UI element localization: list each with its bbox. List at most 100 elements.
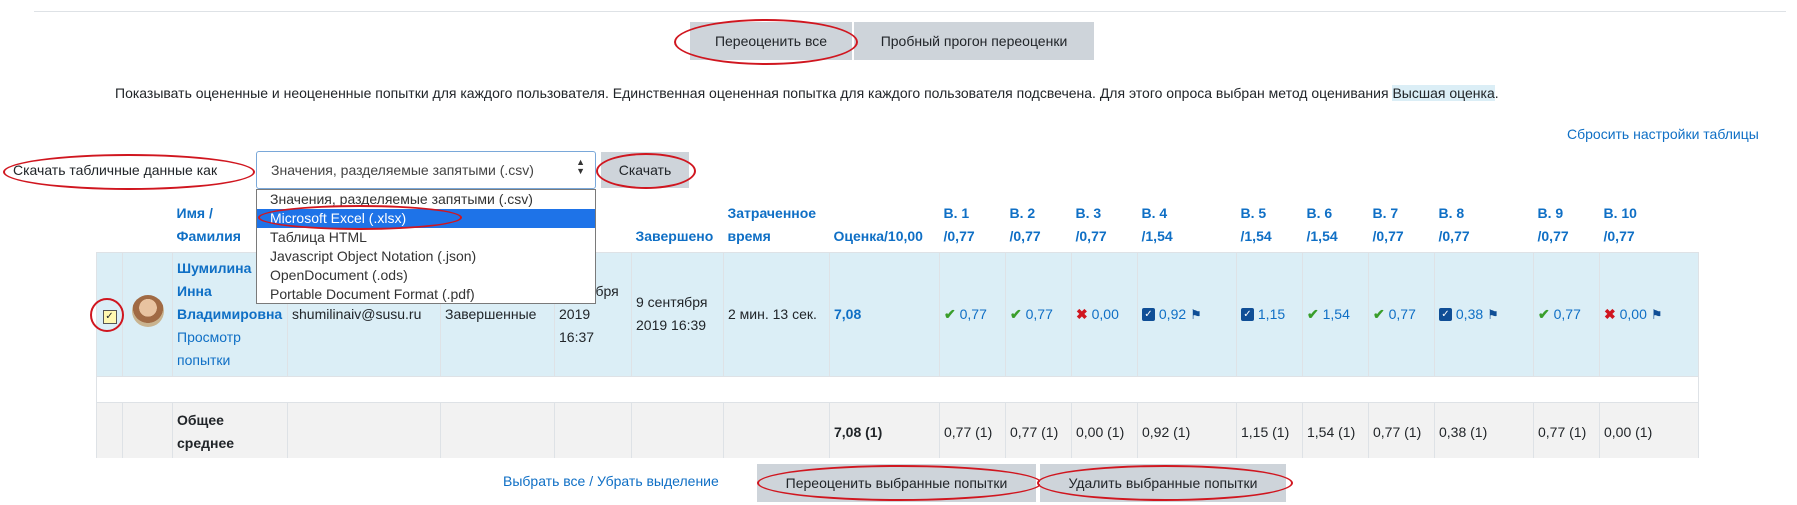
q-max[interactable]: /0,77 [944, 228, 975, 244]
delete-selected-button[interactable]: Удалить выбранные попытки [1040, 464, 1286, 502]
col-q3-header[interactable]: В. 3/0,77 [1072, 196, 1138, 252]
q-label[interactable]: В. 6 [1307, 205, 1333, 221]
q-max[interactable]: /0,77 [1373, 228, 1404, 244]
select-all-link[interactable]: Выбрать все [503, 473, 585, 489]
q-label[interactable]: В. 4 [1142, 205, 1168, 221]
time-cell: 2 мин. 13 сек. [723, 251, 830, 377]
q-max[interactable]: /0,77 [1604, 228, 1635, 244]
score-link[interactable]: 0,38 [1456, 306, 1483, 322]
col-q10-header[interactable]: В. 10/0,77 [1600, 196, 1699, 252]
user-name-1[interactable]: Шумилина [177, 260, 251, 276]
q-label[interactable]: В. 9 [1538, 205, 1564, 221]
score-cell: ✖ 0,00 ⚑ [1599, 251, 1699, 377]
col-select [97, 196, 123, 252]
q-label[interactable]: В. 10 [1604, 205, 1637, 221]
dry-run-regrade-button[interactable]: Пробный прогон переоценки [854, 22, 1094, 60]
q-max[interactable]: /1,54 [1142, 228, 1173, 244]
average-score-cell: 0,00 (1) [1071, 401, 1138, 463]
score-cell: ✓ 0,92 ⚑ [1137, 251, 1237, 377]
col-q5-header[interactable]: В. 5/1,54 [1237, 196, 1303, 252]
col-q9-header[interactable]: В. 9/0,77 [1534, 196, 1600, 252]
score-link[interactable]: 0,00 [1620, 306, 1647, 322]
select-value: Значения, разделяемые запятыми (.csv) [271, 162, 534, 178]
select-arrows-icon: ▲ ▼ [576, 157, 585, 176]
flag-icon: ⚑ [1190, 306, 1202, 322]
col-time-header[interactable]: Затраченное время [724, 196, 830, 252]
score-link[interactable]: 1,54 [1323, 306, 1350, 322]
col-q8-header[interactable]: В. 8/0,77 [1435, 196, 1534, 252]
regrade-selected-button[interactable]: Переоценить выбранные попытки [757, 464, 1036, 502]
header-completed[interactable]: Завершено [636, 228, 714, 244]
score-link[interactable]: 0,77 [960, 306, 987, 322]
col-q7-header[interactable]: В. 7/0,77 [1369, 196, 1435, 252]
q-max[interactable]: /0,77 [1439, 228, 1470, 244]
q-max[interactable]: /0,77 [1076, 228, 1107, 244]
score-cell: ✔ 0,77 [939, 251, 1006, 377]
q-label[interactable]: В. 8 [1439, 205, 1465, 221]
spacer-row [96, 375, 1699, 403]
score-link[interactable]: 0,77 [1026, 306, 1053, 322]
correct-icon: ✔ [1538, 305, 1550, 322]
average-score-cell: 0,38 (1) [1434, 401, 1534, 463]
header-time-2[interactable]: время [728, 228, 771, 244]
score-link[interactable]: 0,00 [1092, 306, 1119, 322]
score-link[interactable]: 0,92 [1159, 306, 1186, 322]
incorrect-icon: ✖ [1604, 305, 1616, 322]
option-csv[interactable]: Значения, разделяемые запятыми (.csv) [257, 190, 595, 209]
header-grade[interactable]: Оценка/10,00 [834, 228, 923, 244]
header-name[interactable]: Имя / [177, 205, 213, 221]
option-xlsx[interactable]: Microsoft Excel (.xlsx) [257, 209, 595, 228]
score-cell: ✔ 0,77 [1368, 251, 1435, 377]
option-pdf[interactable]: Portable Document Format (.pdf) [257, 285, 595, 304]
score-link[interactable]: 0,77 [1389, 306, 1416, 322]
avatar[interactable] [131, 294, 164, 327]
q-label[interactable]: В. 5 [1241, 205, 1267, 221]
q-label[interactable]: В. 7 [1373, 205, 1399, 221]
col-completed-header[interactable]: Завершено [632, 196, 724, 252]
download-format-options[interactable]: Значения, разделяемые запятыми (.csv) Mi… [256, 189, 596, 304]
q-label[interactable]: В. 3 [1076, 205, 1102, 221]
download-format-select[interactable]: Значения, разделяемые запятыми (.csv) ▲ ▼ [256, 151, 596, 189]
partially-correct-icon: ✓ [1241, 308, 1254, 322]
q-max[interactable]: /1,54 [1241, 228, 1272, 244]
average-score-cell: 1,54 (1) [1302, 401, 1369, 463]
average-label-cell: Общее среднее [172, 401, 288, 463]
completed-cell: 9 сентября 2019 16:39 [631, 251, 724, 377]
header-time-1[interactable]: Затраченное [728, 205, 817, 221]
average-label-2: среднее [177, 435, 235, 451]
score-link[interactable]: 0,77 [1554, 306, 1581, 322]
selection-separator: / [585, 473, 598, 489]
deselect-link[interactable]: Убрать выделение [597, 473, 719, 489]
download-button[interactable]: Скачать [601, 152, 689, 188]
regrade-all-button[interactable]: Переоценить все [690, 22, 852, 60]
q-max[interactable]: /0,77 [1538, 228, 1569, 244]
user-name-2[interactable]: Инна [177, 283, 212, 299]
info-text: Показывать оцененные и неоцененные попыт… [115, 85, 1795, 101]
grade-link[interactable]: 7,08 [834, 306, 861, 322]
score-link[interactable]: 1,15 [1258, 306, 1285, 322]
option-html[interactable]: Таблица HTML [257, 228, 595, 247]
user-name-3[interactable]: Владимировна [177, 306, 282, 322]
col-q6-header[interactable]: В. 6/1,54 [1303, 196, 1369, 252]
grade-cell: 7,08 [829, 251, 940, 377]
average-label-1: Общее [177, 412, 224, 428]
col-q1-header[interactable]: В. 1/0,77 [940, 196, 1006, 252]
col-q2-header[interactable]: В. 2/0,77 [1006, 196, 1072, 252]
reset-table-link[interactable]: Сбросить настройки таблицы [1567, 126, 1759, 142]
header-surname[interactable]: Фамилия [177, 228, 241, 244]
option-ods[interactable]: OpenDocument (.ods) [257, 266, 595, 285]
q-label[interactable]: В. 2 [1010, 205, 1036, 221]
grading-method-highlight: Высшая оценка [1392, 85, 1495, 101]
q-max[interactable]: /1,54 [1307, 228, 1338, 244]
row-checkbox[interactable]: ✓ [102, 309, 117, 324]
col-grade-header[interactable]: Оценка/10,00 [830, 196, 940, 252]
q-max[interactable]: /0,77 [1010, 228, 1041, 244]
score-cell: ✖ 0,00 [1071, 251, 1138, 377]
option-json[interactable]: Javascript Object Notation (.json) [257, 247, 595, 266]
review-attempt-link[interactable]: Просмотр попытки [177, 329, 241, 368]
col-q4-header[interactable]: В. 4/1,54 [1138, 196, 1237, 252]
average-score-cell: 0,92 (1) [1137, 401, 1237, 463]
download-label: Скачать табличные данные как [13, 162, 218, 178]
q-label[interactable]: В. 1 [944, 205, 970, 221]
incorrect-icon: ✖ [1076, 305, 1088, 322]
